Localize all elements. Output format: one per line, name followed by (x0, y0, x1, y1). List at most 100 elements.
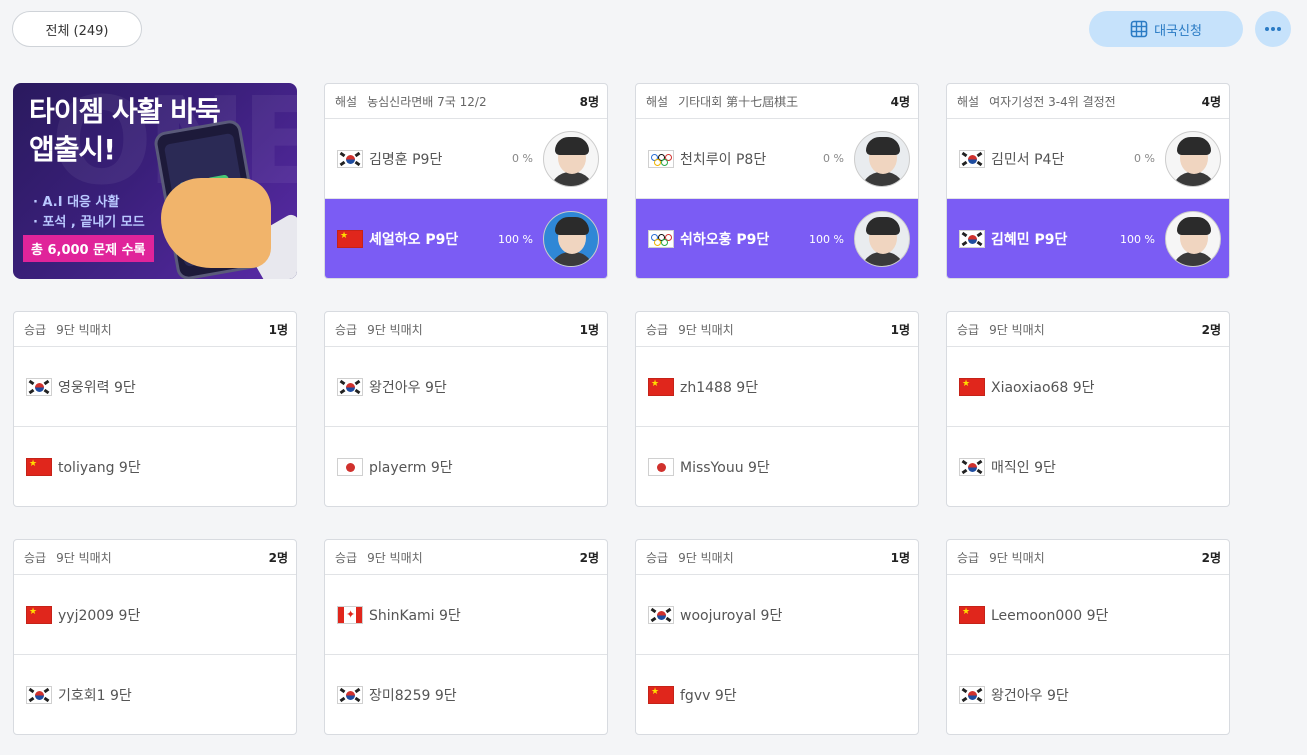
player-row: 김혜민 P9단 100 % (947, 199, 1229, 278)
flag-cn-icon (959, 377, 985, 396)
player-row: Xiaoxiao68 9단 (947, 347, 1229, 427)
game-request-label: 대국신청 (1154, 23, 1202, 39)
player-name: 매직인 9단 (991, 460, 1056, 476)
flag-kr-icon (959, 230, 985, 248)
game-card[interactable]: 승급 9단 빅매치 1명영웅위력 9단 toliyang 9단 (13, 311, 297, 507)
more-button[interactable] (1255, 11, 1291, 47)
player-row: 왕건아우 9단 (947, 655, 1229, 734)
player-row: 김민서 P4단 0 % (947, 119, 1229, 199)
game-card[interactable]: 해설 기타대회 第十七屆棋王 4명천치루이 P8단 0 % 쉬하오훙 P9단 100 % (635, 83, 919, 279)
player-name: 장미8259 9단 (369, 688, 457, 704)
player-row: 천치루이 P8단 0 % (636, 119, 918, 199)
game-card[interactable]: 승급 9단 빅매치 1명 zh1488 9단 MissYouu 9단 (635, 311, 919, 507)
player-avatar (1165, 211, 1221, 267)
card-header: 해설 여자기성전 3-4위 결정전 4명 (947, 84, 1229, 119)
card-description: 9단 빅매치 (678, 550, 734, 565)
viewer-count: 2명 (1201, 550, 1221, 565)
card-header: 해설 농심신라면배 7국 12/2 8명 (325, 84, 607, 119)
win-rate: 0 % (512, 152, 533, 165)
flag-kr-icon (26, 686, 52, 704)
card-header: 승급 9단 빅매치 2명 (14, 540, 296, 575)
grid-icon (1130, 20, 1148, 38)
player-name: yyj2009 9단 (58, 607, 141, 624)
card-kind: 승급 (335, 550, 358, 565)
player-row: 왕건아우 9단 (325, 347, 607, 427)
flag-kr-icon (337, 377, 363, 396)
game-card[interactable]: 승급 9단 빅매치 2명 yyj2009 9단기호회1 9단 (13, 539, 297, 735)
player-name: zh1488 9단 (680, 379, 759, 396)
viewer-count: 2명 (1201, 322, 1221, 337)
flag-cn-icon (959, 605, 985, 624)
banner-badge: 총 6,000 문제 수록 (23, 235, 154, 262)
card-description: 9단 빅매치 (989, 322, 1045, 337)
top-toolbar: 전체 (249) 대국신청 (0, 0, 1307, 60)
game-card[interactable]: 승급 9단 빅매치 2명 ShinKami 9단장미8259 9단 (324, 539, 608, 735)
card-description: 기타대회 第十七屆棋王 (678, 94, 799, 109)
card-description: 9단 빅매치 (678, 322, 734, 337)
card-kind: 승급 (957, 322, 980, 337)
filter-all-button[interactable]: 전체 (249) (12, 11, 142, 47)
flag-kr-icon (959, 458, 985, 476)
game-card[interactable]: 승급 9단 빅매치 2명 Xiaoxiao68 9단매직인 9단 (946, 311, 1230, 507)
player-name: 영웅위력 9단 (58, 379, 136, 396)
player-name: ShinKami 9단 (369, 607, 461, 624)
player-avatar (543, 130, 599, 187)
player-row: 영웅위력 9단 (14, 347, 296, 427)
player-name: fgvv 9단 (680, 688, 737, 704)
player-name: 왕건아우 9단 (991, 688, 1069, 704)
player-name: playerm 9단 (369, 460, 453, 476)
player-row: 셰얼하오 P9단 100 % (325, 199, 607, 278)
player-name: 왕건아우 9단 (369, 379, 447, 396)
card-kind: 승급 (335, 322, 358, 337)
game-request-button[interactable]: 대국신청 (1089, 11, 1243, 47)
player-row: 쉬하오훙 P9단 100 % (636, 199, 918, 278)
player-row: 장미8259 9단 (325, 655, 607, 734)
flag-cn-icon (337, 230, 363, 248)
player-row: fgvv 9단 (636, 655, 918, 734)
game-card[interactable]: 승급 9단 빅매치 1명 woojuroyal 9단 fgvv 9단 (635, 539, 919, 735)
card-description: 9단 빅매치 (56, 322, 112, 337)
player-name: woojuroyal 9단 (680, 607, 783, 624)
player-name: 김명훈 P9단 (369, 151, 443, 168)
card-description: 여자기성전 3-4위 결정전 (989, 94, 1116, 109)
win-rate: 100 % (498, 232, 533, 246)
player-row: zh1488 9단 (636, 347, 918, 427)
card-description: 9단 빅매치 (367, 322, 423, 337)
card-kind: 승급 (24, 322, 47, 337)
player-avatar (854, 211, 910, 267)
viewer-count: 8명 (579, 94, 599, 109)
card-header: 승급 9단 빅매치 2명 (325, 540, 607, 575)
card-kind: 해설 (646, 94, 669, 109)
card-kind: 승급 (957, 550, 980, 565)
player-name: toliyang 9단 (58, 460, 141, 476)
player-name: 셰얼하오 P9단 (369, 232, 459, 248)
player-row: MissYouu 9단 (636, 427, 918, 506)
game-card[interactable]: 승급 9단 빅매치 1명 왕건아우 9단 playerm 9단 (324, 311, 608, 507)
hand-graphic (161, 178, 271, 268)
player-name: Xiaoxiao68 9단 (991, 379, 1095, 396)
player-avatar (543, 211, 599, 267)
game-card[interactable]: 해설 여자기성전 3-4위 결정전 4명 김민서 P4단 0 % 김혜민 P9단 100 % (946, 83, 1230, 279)
game-card[interactable]: 해설 농심신라면배 7국 12/2 8명김명훈 P9단 0 % 셰얼하오 P9단 100 … (324, 83, 608, 279)
card-header: 승급 9단 빅매치 1명 (14, 312, 296, 347)
viewer-count: 4명 (890, 94, 910, 109)
viewer-count: 4명 (1201, 94, 1221, 109)
player-row: 기호회1 9단 (14, 655, 296, 734)
card-header: 승급 9단 빅매치 2명 (947, 312, 1229, 347)
player-name: MissYouu 9단 (680, 460, 770, 476)
win-rate: 100 % (809, 232, 844, 246)
promo-banner[interactable]: ONE 타이젬 사활 바둑 앱출시! · A.I 대응 사활 · 포석 , 끝내… (13, 83, 297, 279)
player-avatar (1165, 130, 1221, 187)
player-name: 김혜민 P9단 (991, 232, 1068, 248)
flag-ol-icon (648, 230, 674, 248)
player-row: playerm 9단 (325, 427, 607, 506)
player-row: yyj2009 9단 (14, 575, 296, 655)
card-description: 농심신라면배 7국 12/2 (367, 94, 487, 109)
player-row: woojuroyal 9단 (636, 575, 918, 655)
game-card[interactable]: 승급 9단 빅매치 2명 Leemoon000 9단왕건아우 9단 (946, 539, 1230, 735)
card-kind: 해설 (335, 94, 358, 109)
flag-kr-icon (648, 605, 674, 624)
banner-bullet: · 포석 , 끝내기 모드 (33, 215, 145, 230)
player-row: 김명훈 P9단 0 % (325, 119, 607, 199)
card-header: 승급 9단 빅매치 2명 (947, 540, 1229, 575)
